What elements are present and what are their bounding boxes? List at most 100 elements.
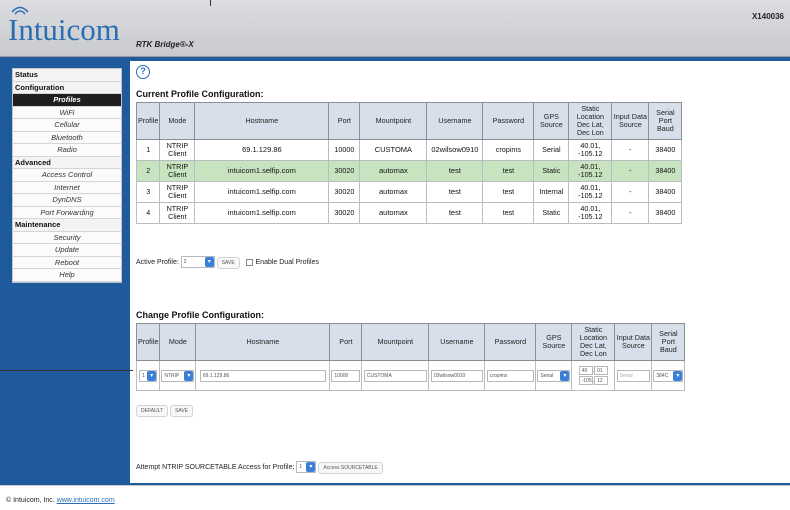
table-cell: test	[426, 181, 484, 203]
table-cell: NTRIP Client	[159, 202, 196, 224]
access-sourcetable-button[interactable]: Access SOURCETABLE	[318, 461, 383, 474]
mode-select[interactable]: NTRIP ▾	[161, 369, 195, 382]
gps-source-value: Serial	[540, 372, 554, 379]
website-link[interactable]: www.intuicom.com	[57, 497, 115, 504]
sourcetable-profile-select[interactable]: 1 ▾	[296, 461, 317, 473]
baud-value: 384C	[656, 372, 669, 379]
sidebar-item-dyndns[interactable]: DynDNS	[13, 194, 121, 207]
table-cell: 38400	[648, 202, 683, 224]
password-input[interactable]: cropims	[486, 369, 534, 382]
table-cell: 10000	[328, 139, 361, 161]
table-cell: automax	[359, 181, 428, 203]
sidebar-section-status[interactable]: Status	[13, 69, 121, 82]
active-profile-row: Active Profile: 2 ▾ SAVE Enable Dual Pro…	[136, 256, 319, 269]
sidebar-item-profiles[interactable]: Profiles	[13, 94, 121, 107]
sidebar-item-wifi[interactable]: WiFi	[13, 106, 121, 119]
sidebar-item-reboot[interactable]: Reboot	[13, 256, 121, 269]
table-cell: intuicom1.selfip.com	[194, 202, 330, 224]
table-cell: automax	[359, 202, 428, 224]
table-row[interactable]: 2 NTRIP Client intuicom1.selfip.com 30020 au…	[135, 160, 683, 182]
table-cell: NTRIP Client	[159, 139, 196, 161]
active-profile-select[interactable]: 2 ▾	[180, 256, 215, 268]
question-circle-icon[interactable]: ?	[136, 65, 150, 79]
mountpoint-input[interactable]: CUSTOMA	[363, 369, 427, 382]
table-cell: cropims	[482, 139, 535, 161]
sidebar-section-configuration[interactable]: Configuration	[13, 81, 121, 94]
lat-min-input[interactable]: 01	[594, 365, 609, 375]
current-profile-title: Current Profile Configuration:	[136, 89, 264, 99]
table-cell: 30020	[328, 160, 361, 182]
sidebar-item-update[interactable]: Update	[13, 244, 121, 257]
column-header: Password	[484, 323, 537, 361]
table-cell: CUSTOMA	[359, 139, 428, 161]
product-name: RTK Bridge®-X	[136, 40, 194, 49]
table-cell: 2	[135, 160, 161, 182]
table-cell: 4	[135, 202, 161, 224]
sidebar-item-security[interactable]: Security	[13, 231, 121, 244]
change-profile-table: Profile Mode Hostname Port Mountpoint Usernam…	[135, 323, 686, 391]
sidebar-item-bluetooth[interactable]: Bluetooth	[13, 131, 121, 144]
default-button[interactable]: DEFAULT	[136, 405, 169, 417]
baud-select[interactable]: 384C ▾	[653, 369, 684, 382]
table-row[interactable]: 3 NTRIP Client intuicom1.selfip.com 30020 au…	[135, 181, 683, 203]
lon-min-input[interactable]: 12	[594, 375, 609, 385]
dual-profiles-checkbox[interactable]	[245, 258, 253, 266]
sidebar-item-port-forwarding[interactable]: Port Forwarding	[13, 206, 121, 219]
sidebar-item-internet[interactable]: Internet	[13, 181, 121, 194]
header: Intuicom RTK Bridge®-X X140036	[0, 0, 790, 57]
column-header: Mode	[159, 102, 196, 140]
column-header: Profile	[135, 102, 161, 140]
sidebar-item-radio[interactable]: Radio	[13, 144, 121, 157]
sourcetable-label: Attempt NTRIP SOURCETABLE Access for Pro…	[136, 463, 295, 471]
save-button[interactable]: SAVE	[170, 405, 194, 417]
chevron-down-icon: ▾	[204, 257, 214, 267]
table-cell: 1	[135, 139, 161, 161]
table-cell: Serial	[533, 139, 570, 161]
sidebar-item-help[interactable]: Help	[13, 269, 121, 282]
sourcetable-row: Attempt NTRIP SOURCETABLE Access for Pro…	[136, 461, 383, 474]
footer-text: © Intuicom, Inc. www.intuicom.com	[6, 497, 115, 504]
sidebar-section-advanced[interactable]: Advanced	[13, 156, 121, 169]
divider	[0, 370, 133, 371]
table-cell: Static	[533, 202, 570, 224]
username-input[interactable]: 02wilsow0910	[430, 369, 483, 382]
table-cell: 38400	[648, 181, 683, 203]
table-cell: test	[482, 202, 535, 224]
column-header: Input Data Source	[611, 102, 650, 140]
table-row[interactable]: 1 NTRIP Client 69.1.129.86 10000 CUSTOMA 02wi…	[135, 139, 683, 161]
copyright: © Intuicom, Inc.	[6, 497, 55, 504]
table-cell: -	[611, 160, 650, 182]
gps-source-select[interactable]: Serial ▾	[537, 369, 571, 382]
lat-deg-input[interactable]: 40	[578, 365, 593, 375]
sidebar-item-cellular[interactable]: Cellular	[13, 119, 121, 132]
column-header: Mountpoint	[359, 102, 428, 140]
table-cell: NTRIP Client	[159, 181, 196, 203]
lon-deg-input[interactable]: -105	[578, 375, 593, 385]
change-actions: DEFAULT SAVE	[136, 405, 194, 417]
column-header: Port	[329, 323, 363, 361]
table-row[interactable]: 4 NTRIP Client intuicom1.selfip.com 30020 au…	[135, 202, 683, 224]
profile-select[interactable]: 1 ▾	[139, 369, 158, 382]
brand-logo: Intuicom	[8, 12, 120, 47]
column-header: Static Location Dec Lat, Dec Lon	[571, 323, 616, 361]
content-panel: ? Current Profile Configuration: Profile…	[130, 61, 790, 483]
port-input[interactable]: 10000	[331, 369, 361, 382]
active-profile-value: 2	[183, 259, 187, 265]
table-cell: 38400	[648, 160, 683, 182]
input-source-select[interactable]: Serial	[616, 369, 650, 382]
table-cell: intuicom1.selfip.com	[194, 160, 330, 182]
column-header: Serial Port Baud	[651, 323, 686, 361]
table-cell: test	[426, 160, 484, 182]
column-header: Username	[428, 323, 486, 361]
hostname-input[interactable]: 69.1.129.86	[199, 369, 326, 382]
active-profile-save-button[interactable]: SAVE	[216, 256, 240, 269]
sidebar-section-maintenance[interactable]: Maintenance	[13, 219, 121, 232]
column-header: Static Location Dec Lat, Dec Lon	[568, 102, 613, 140]
table-cell: 40.01, -105.12	[568, 181, 613, 203]
serial-number: X140036	[751, 12, 784, 21]
table-cell: 40.01, -105.12	[568, 139, 613, 161]
sidebar-item-access-control[interactable]: Access Control	[13, 169, 121, 182]
mode-select-value: NTRIP	[164, 372, 180, 379]
column-header: Hostname	[194, 102, 330, 140]
profile-select-value: 1	[142, 372, 145, 379]
